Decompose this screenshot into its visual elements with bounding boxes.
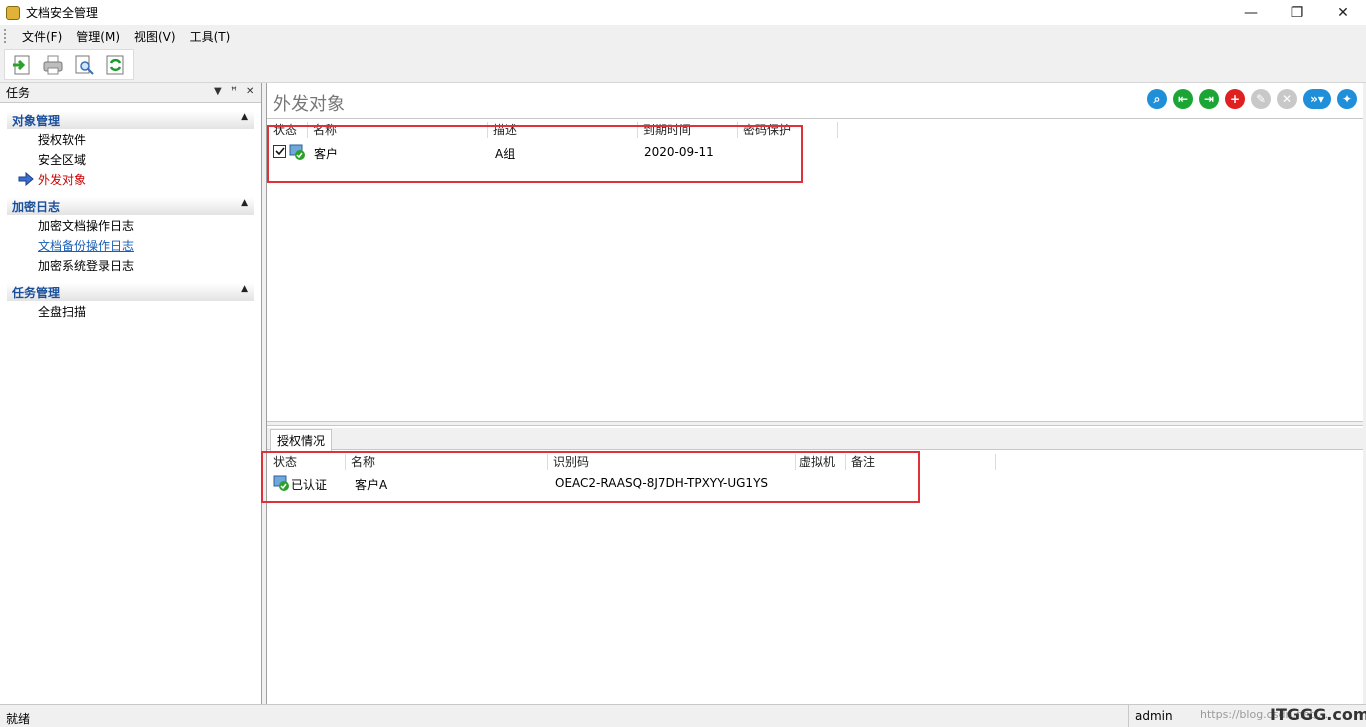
status-user: admin: [1128, 705, 1173, 727]
menu-grip: [4, 29, 7, 43]
dropdown-icon[interactable]: ▼: [214, 86, 222, 97]
collapse-icon[interactable]: ▲: [241, 112, 248, 122]
group-header[interactable]: 加密日志 ▲: [7, 197, 254, 215]
refresh-icon[interactable]: [102, 52, 128, 78]
menu-file[interactable]: 文件(F): [15, 28, 69, 45]
task-pane-header: 任务 ▼ ꟸ ✕: [0, 83, 261, 103]
highlight-box: [267, 125, 803, 183]
forward-icon[interactable]: ⇥: [1199, 89, 1219, 109]
group-object-management: 对象管理 ▲ 授权软件 安全区域 外发对象: [7, 111, 254, 189]
nav-outgoing-objects[interactable]: 外发对象: [7, 169, 254, 189]
collapse-icon[interactable]: ▲: [241, 198, 248, 208]
nav-authorized-software[interactable]: 授权软件: [7, 129, 254, 149]
detail-tabs: 授权情况: [267, 428, 1364, 451]
window-title: 文档安全管理: [26, 6, 99, 20]
authorization-table: 状态 名称 识别码 虚拟机 备注 已认证 客户A OEAC2-RAASQ-8J7…: [261, 451, 1364, 701]
arrow-right-icon: [18, 172, 34, 186]
title-bar: 文档安全管理 — ❐ ✕: [0, 0, 1366, 25]
page-title: 外发对象: [273, 94, 345, 115]
menu-view[interactable]: 视图(V): [127, 28, 183, 45]
search-icon[interactable]: ⌕: [1147, 89, 1167, 109]
main-pane: 外发对象 ⌕ ⇤ ⇥ + ✎ ✕ »▾ ✦ 状态 名称 描述 到期时间 密码保护…: [261, 83, 1364, 704]
nav-full-scan[interactable]: 全盘扫描: [7, 301, 254, 321]
brand-watermark: ITGGG.com: [1270, 705, 1366, 724]
nav-doc-backup-log[interactable]: 文档备份操作日志: [7, 235, 254, 255]
menu-bar: 文件(F) 管理(M) 视图(V) 工具(T): [0, 25, 1366, 47]
tab-authorization[interactable]: 授权情况: [270, 429, 333, 451]
group-header[interactable]: 对象管理 ▲: [7, 111, 254, 129]
nav-login-log[interactable]: 加密系统登录日志: [7, 255, 254, 275]
main-header: 外发对象 ⌕ ⇤ ⇥ + ✎ ✕ »▾ ✦: [267, 83, 1363, 119]
toolbar: [0, 47, 1366, 83]
group-task-management: 任务管理 ▲ 全盘扫描: [7, 283, 254, 321]
task-pane-title: 任务: [6, 86, 31, 100]
group-header[interactable]: 任务管理 ▲: [7, 283, 254, 301]
nav-doc-op-log[interactable]: 加密文档操作日志: [7, 215, 254, 235]
group-encrypt-log: 加密日志 ▲ 加密文档操作日志 文档备份操作日志 加密系统登录日志: [7, 197, 254, 275]
nav-secure-zone[interactable]: 安全区域: [7, 149, 254, 169]
minimize-button[interactable]: —: [1228, 0, 1274, 25]
back-icon[interactable]: ⇤: [1173, 89, 1193, 109]
highlight-box: [261, 451, 920, 503]
menu-tools[interactable]: 工具(T): [183, 28, 238, 45]
menu-manage[interactable]: 管理(M): [69, 28, 127, 45]
pin-icon[interactable]: ꟸ: [231, 86, 237, 97]
pane-close-icon[interactable]: ✕: [246, 86, 254, 97]
app-lock-icon: [6, 5, 20, 20]
delete-icon[interactable]: ✕: [1277, 89, 1297, 109]
maximize-button[interactable]: ❐: [1274, 0, 1320, 25]
collapse-icon[interactable]: ▲: [241, 284, 248, 294]
horizontal-splitter[interactable]: [267, 421, 1364, 426]
print-icon[interactable]: [40, 52, 66, 78]
more-icon[interactable]: »▾: [1303, 89, 1331, 109]
task-pane: 任务 ▼ ꟸ ✕ 对象管理 ▲ 授权软件 安全区域 外发对象 加密日志 ▲ 加密文档…: [0, 83, 262, 704]
status-bar: 就绪 admin https://blog.csdn.net/... ITGGG…: [0, 704, 1366, 727]
preview-icon[interactable]: [71, 52, 97, 78]
status-text: 就绪: [6, 712, 31, 726]
close-button[interactable]: ✕: [1320, 0, 1366, 25]
export-icon[interactable]: [9, 52, 35, 78]
objects-table: 状态 名称 描述 到期时间 密码保护 客户 A组 2020-09-11: [267, 119, 1363, 419]
settings-icon[interactable]: ✦: [1337, 89, 1357, 109]
add-icon[interactable]: +: [1225, 89, 1245, 109]
edit-icon[interactable]: ✎: [1251, 89, 1271, 109]
